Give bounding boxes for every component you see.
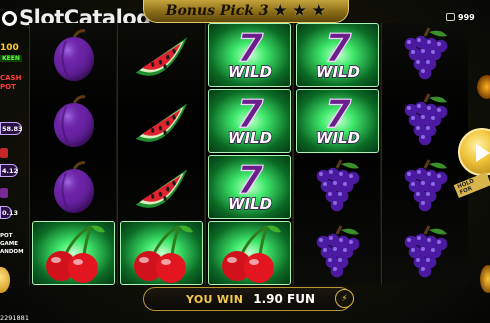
seven-wild-symbol: 7 WILD [296, 23, 379, 87]
grapes-symbol [296, 221, 379, 285]
svg-text:WILD: WILD [315, 63, 359, 81]
gem-icon [0, 148, 8, 158]
watermelon-symbol [120, 89, 203, 153]
win-label: YOU WIN [186, 292, 244, 306]
bonus-title: Bonus Pick 3 [165, 3, 269, 19]
cherry-symbol [120, 221, 203, 285]
star-icon: ★ [291, 0, 308, 21]
win-bar: YOU WIN 1.90 FUN [143, 287, 352, 311]
reel-grid: 7 WILD 7 WILD 7 WILD 7 WILD 7 WILD [29, 23, 469, 285]
grapes-symbol [384, 23, 467, 87]
svg-text:WILD: WILD [227, 129, 271, 147]
seven-wild-symbol: 7 WILD [296, 89, 379, 153]
session-id: 2291881 [0, 314, 29, 322]
jackpot-side-panel: 100 KEEN CASH POT 58.83 4.12 0.13 POT GA… [0, 30, 29, 322]
plum-symbol [32, 155, 115, 219]
reel-4: 7 WILD 7 WILD [293, 23, 380, 285]
grapes-symbol [384, 89, 467, 153]
jackpot-value-3: 0.13 [0, 206, 18, 219]
game-stage: SlotCatalog com Bonus Pick 3 ★ ★ ★ 999 1… [0, 0, 490, 323]
cherry-symbol [208, 221, 291, 285]
win-value: 1.90 FUN [253, 292, 315, 306]
reel-1 [29, 23, 116, 285]
plum-symbol [32, 23, 115, 87]
seven-wild-symbol: 7 WILD [208, 23, 291, 87]
autoplay-button[interactable] [477, 75, 490, 99]
star-icon: ★ [272, 0, 288, 21]
coin-icon [0, 267, 10, 293]
jackpot-green-label: KEEN [0, 55, 22, 62]
jackpot-game-label: POT GAME ANDOM [0, 233, 24, 255]
bet-button[interactable] [480, 265, 490, 293]
balance-value: 999 [458, 13, 475, 22]
gem-icon [0, 188, 8, 198]
jackpot-value-2: 4.12 [0, 164, 18, 177]
cash-pot-label: CASH POT [0, 74, 22, 91]
star-icon: ★ [311, 0, 327, 21]
watermelon-symbol [120, 155, 203, 219]
jackpot-top-value: 100 [0, 43, 19, 53]
svg-text:WILD: WILD [227, 63, 271, 81]
plum-symbol [32, 89, 115, 153]
play-icon [476, 144, 490, 162]
cherry-symbol [32, 221, 115, 285]
reel-2 [117, 23, 204, 285]
wallet-icon [446, 13, 455, 21]
turbo-button[interactable]: ⚡ [335, 289, 354, 308]
seven-wild-symbol: 7 WILD [208, 89, 291, 153]
jackpot-value-1: 58.83 [0, 122, 23, 135]
grapes-symbol [384, 221, 467, 285]
svg-text:WILD: WILD [227, 195, 271, 213]
seven-wild-symbol: 7 WILD [208, 155, 291, 219]
bonus-title-bar: Bonus Pick 3 ★ ★ ★ [143, 0, 349, 23]
reel-3: 7 WILD 7 WILD 7 WILD [205, 23, 292, 285]
lightning-icon: ⚡ [341, 293, 348, 304]
watermelon-symbol [120, 23, 203, 87]
svg-text:WILD: WILD [315, 129, 359, 147]
reel-5 [381, 23, 468, 285]
grapes-symbol [296, 155, 379, 219]
